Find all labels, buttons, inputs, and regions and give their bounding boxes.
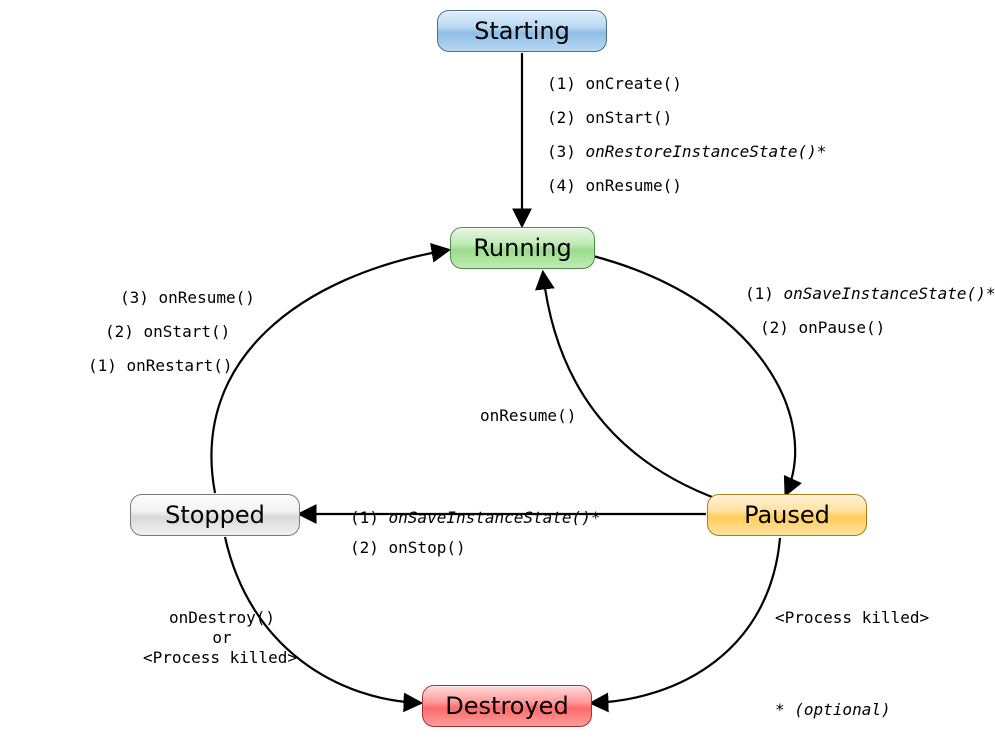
label-stop-run-2: (2) onStart() (105, 322, 230, 341)
label-run-pause-2: (2) onPause() (760, 318, 885, 337)
state-running: Running (450, 227, 595, 269)
label-stop-run-3: (3) onResume() (120, 288, 255, 307)
label-run-pause-1: (1) onSaveInstanceState()* (745, 284, 995, 303)
label-stop-run-1: (1) onRestart() (88, 356, 233, 375)
edge-paused-running (543, 273, 720, 500)
state-destroyed: Destroyed (422, 685, 592, 727)
label-start-4: (4) onResume() (547, 176, 682, 195)
label-start-2: (2) onStart() (547, 108, 672, 127)
label-stop-dest-1: onDestroy() (137, 608, 307, 627)
label-stop-dest-3: <Process killed> (110, 648, 330, 667)
label-pause-stop-2: (2) onStop() (350, 538, 466, 557)
edge-stopped-running (211, 250, 448, 493)
label-pause-run: onResume() (480, 406, 576, 425)
label-pause-dest: <Process killed> (775, 608, 929, 627)
footnote-optional: * (optional) (775, 700, 891, 719)
state-starting: Starting (437, 10, 607, 52)
label-start-3: (3) onRestoreInstanceState()* (547, 142, 826, 161)
label-stop-dest-2: or (137, 628, 307, 647)
edge-paused-destroyed (592, 538, 780, 703)
label-pause-stop-1: (1) onSaveInstanceState()* (350, 508, 600, 527)
label-start-1: (1) onCreate() (547, 74, 682, 93)
state-paused: Paused (707, 494, 867, 536)
state-stopped: Stopped (130, 494, 300, 536)
